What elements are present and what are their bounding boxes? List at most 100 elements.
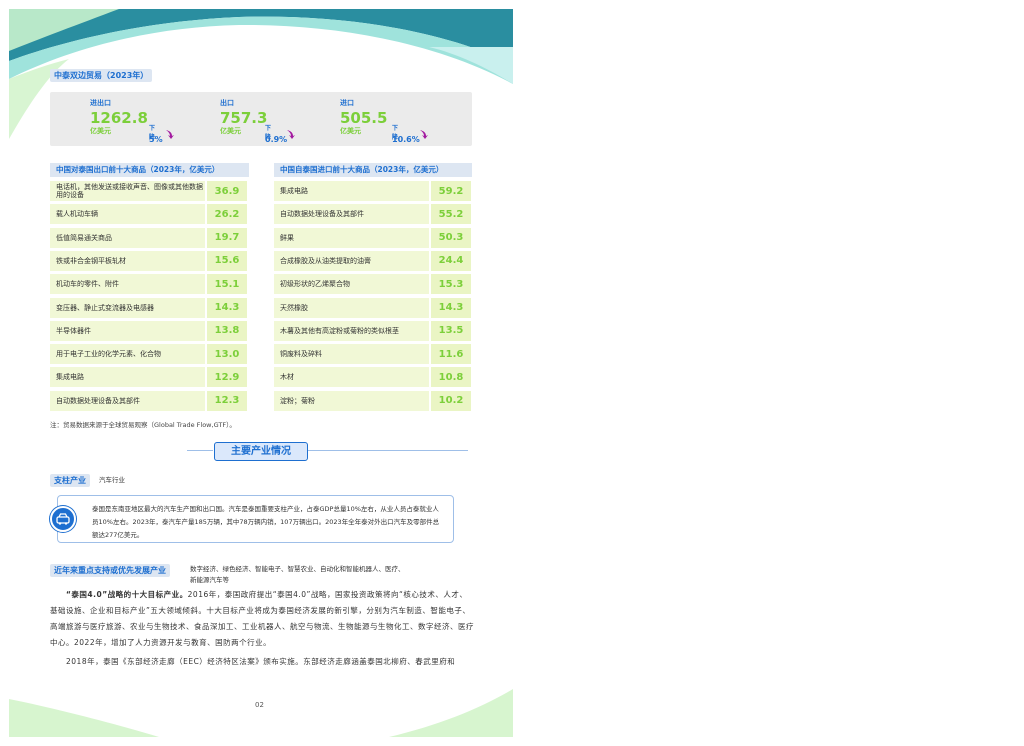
emerging-industry-title: 近年来重点支持或优先发展产业 xyxy=(50,564,170,577)
commodity-value: 55.2 xyxy=(431,204,471,225)
commodity-value: 11.6 xyxy=(431,344,471,365)
paragraph-2-text: 2018年，泰国《东部经济走廊（EEC）经济特区法案》颁布实施。东部经济走廊涵盖… xyxy=(66,657,456,666)
commodity-name: 电话机，其他发送或接收声音、图像或其他数据用的设备 xyxy=(50,181,205,201)
emerging-industry-line2: 新能源汽车等 xyxy=(190,576,229,584)
table-row: 木材 10.8 xyxy=(274,367,471,388)
banner-line-right xyxy=(308,450,468,451)
table-row: 合成橡胶及从油类提取的油膏 24.4 xyxy=(274,250,471,271)
table-row: 半导体器件 13.8 xyxy=(50,320,247,341)
commodity-value: 36.9 xyxy=(207,181,247,201)
commodity-value: 12.3 xyxy=(207,390,247,411)
trade-section-title: 中泰双边贸易（2023年） xyxy=(50,69,153,82)
table-row: 铁或非合金钢平板轧材 15.6 xyxy=(50,250,247,271)
page-number: 02 xyxy=(255,701,264,709)
export-table-title: 中国对泰国出口前十大商品（2023年，亿美元） xyxy=(50,163,249,177)
commodity-name: 鲜果 xyxy=(274,227,429,248)
auto-industry-box: 泰国是东南亚地区最大的汽车生产国和出口国。汽车是泰国重要支柱产业，占泰GDP总量… xyxy=(57,495,454,543)
industry-section-banner: 主要产业情况 xyxy=(214,442,308,461)
commodity-value: 24.4 xyxy=(431,250,471,271)
commodity-name: 半导体器件 xyxy=(50,320,205,341)
commodity-value: 15.6 xyxy=(207,250,247,271)
commodity-name: 铁或非合金钢平板轧材 xyxy=(50,250,205,271)
commodity-value: 14.3 xyxy=(431,297,471,318)
commodity-name: 自动数据处理设备及其部件 xyxy=(274,204,429,225)
stat-total-value: 1262.8 xyxy=(90,109,148,127)
table-row: 机动车的零件、附件 15.1 xyxy=(50,274,247,295)
paragraph-1-lead: “泰国4.0”战略的十大目标产业。 xyxy=(66,590,188,599)
stat-export-value: 757.3 xyxy=(220,109,268,127)
commodity-value: 10.2 xyxy=(431,390,471,411)
table-row: 天然橡胶 14.3 xyxy=(274,297,471,318)
commodity-value: 15.3 xyxy=(431,274,471,295)
table-row: 铜废料及碎料 11.6 xyxy=(274,344,471,365)
emerging-industry-line1: 数字经济、绿色经济、智能电子、智慧农业、自动化和智能机器人、医疗、 xyxy=(190,565,405,573)
commodity-value: 14.3 xyxy=(207,297,247,318)
commodity-name: 木薯及其他有高淀粉或菊粉的类似根茎 xyxy=(274,320,429,341)
stat-export-label: 出口 xyxy=(220,99,234,107)
commodity-name: 载人机动车辆 xyxy=(50,204,205,225)
commodity-value: 26.2 xyxy=(207,204,247,225)
commodity-value: 13.5 xyxy=(431,320,471,341)
commodity-name: 低值简易通关商品 xyxy=(50,227,205,248)
commodity-name: 木材 xyxy=(274,367,429,388)
body-paragraph-2: 2018年，泰国《东部经济走廊（EEC）经济特区法案》颁布实施。东部经济走廊涵盖… xyxy=(50,654,475,670)
table-row: 低值简易通关商品 19.7 xyxy=(50,227,247,248)
stat-import: 进口 505.5 亿美元 下降 10.6% xyxy=(340,98,428,144)
stat-total: 进出口 1262.8 亿美元 下降 5% xyxy=(90,98,174,144)
commodity-name: 合成橡胶及从油类提取的油膏 xyxy=(274,250,429,271)
down-arrow-icon xyxy=(420,130,428,139)
table-row: 集成电路 12.9 xyxy=(50,367,247,388)
commodity-name: 自动数据处理设备及其部件 xyxy=(50,390,205,411)
pillar-industry-value: 汽车行业 xyxy=(99,476,125,484)
stat-export: 出口 757.3 亿美元 下降 0.9% xyxy=(220,98,295,144)
commodity-value: 13.0 xyxy=(207,344,247,365)
down-arrow-icon xyxy=(166,130,174,139)
trade-summary-panel: 进出口 1262.8 亿美元 下降 5% 出口 757.3 亿美元 下降 0.9… xyxy=(50,92,472,146)
stat-total-label: 进出口 xyxy=(90,99,111,107)
commodity-name: 用于电子工业的化学元素、化合物 xyxy=(50,344,205,365)
stat-import-value: 505.5 xyxy=(340,109,388,127)
banner-line-left xyxy=(187,450,213,451)
down-arrow-icon xyxy=(287,130,295,139)
commodity-value: 15.1 xyxy=(207,274,247,295)
table-row: 集成电路 59.2 xyxy=(274,181,471,201)
car-icon xyxy=(56,513,70,525)
stat-import-change: 10.6% xyxy=(392,135,420,144)
source-note: 注：贸易数据来源于全球贸易观察（Global Trade Flow,GTF）。 xyxy=(50,421,236,429)
commodity-value: 12.9 xyxy=(207,367,247,388)
table-row: 用于电子工业的化学元素、化合物 13.0 xyxy=(50,344,247,365)
commodity-name: 集成电路 xyxy=(274,181,429,201)
stat-total-change: 5% xyxy=(149,135,163,144)
stat-import-label: 进口 xyxy=(340,99,354,107)
car-badge xyxy=(50,506,76,532)
stat-export-unit: 亿美元 xyxy=(220,127,241,135)
commodity-name: 集成电路 xyxy=(50,367,205,388)
commodity-name: 淀粉；菊粉 xyxy=(274,390,429,411)
commodity-name: 铜废料及碎料 xyxy=(274,344,429,365)
table-row: 载人机动车辆 26.2 xyxy=(50,204,247,225)
table-row: 自动数据处理设备及其部件 12.3 xyxy=(50,390,247,411)
import-table-title: 中国自泰国进口前十大商品（2023年，亿美元） xyxy=(274,163,472,177)
body-paragraph-1: “泰国4.0”战略的十大目标产业。2016年，泰国政府提出“泰国4.0”战略，国… xyxy=(50,587,475,651)
table-row: 变压器、静止式变流器及电感器 14.3 xyxy=(50,297,247,318)
table-row: 鲜果 50.3 xyxy=(274,227,471,248)
auto-industry-text: 泰国是东南亚地区最大的汽车生产国和出口国。汽车是泰国重要支柱产业，占泰GDP总量… xyxy=(92,505,440,539)
commodity-value: 13.8 xyxy=(207,320,247,341)
table-row: 淀粉；菊粉 10.2 xyxy=(274,390,471,411)
commodity-value: 10.8 xyxy=(431,367,471,388)
table-row: 木薯及其他有高淀粉或菊粉的类似根茎 13.5 xyxy=(274,320,471,341)
stat-total-unit: 亿美元 xyxy=(90,127,111,135)
stat-export-change: 0.9% xyxy=(265,135,288,144)
commodity-value: 19.7 xyxy=(207,227,247,248)
commodity-name: 机动车的零件、附件 xyxy=(50,274,205,295)
table-row: 自动数据处理设备及其部件 55.2 xyxy=(274,204,471,225)
stat-import-unit: 亿美元 xyxy=(340,127,361,135)
commodity-name: 变压器、静止式变流器及电感器 xyxy=(50,297,205,318)
table-row: 初级形状的乙烯聚合物 15.3 xyxy=(274,274,471,295)
commodity-name: 天然橡胶 xyxy=(274,297,429,318)
commodity-value: 50.3 xyxy=(431,227,471,248)
commodity-value: 59.2 xyxy=(431,181,471,201)
commodity-name: 初级形状的乙烯聚合物 xyxy=(274,274,429,295)
document-page: 中泰双边贸易（2023年） 进出口 1262.8 亿美元 下降 5% 出口 75… xyxy=(9,9,513,737)
table-row: 电话机，其他发送或接收声音、图像或其他数据用的设备 36.9 xyxy=(50,181,247,201)
